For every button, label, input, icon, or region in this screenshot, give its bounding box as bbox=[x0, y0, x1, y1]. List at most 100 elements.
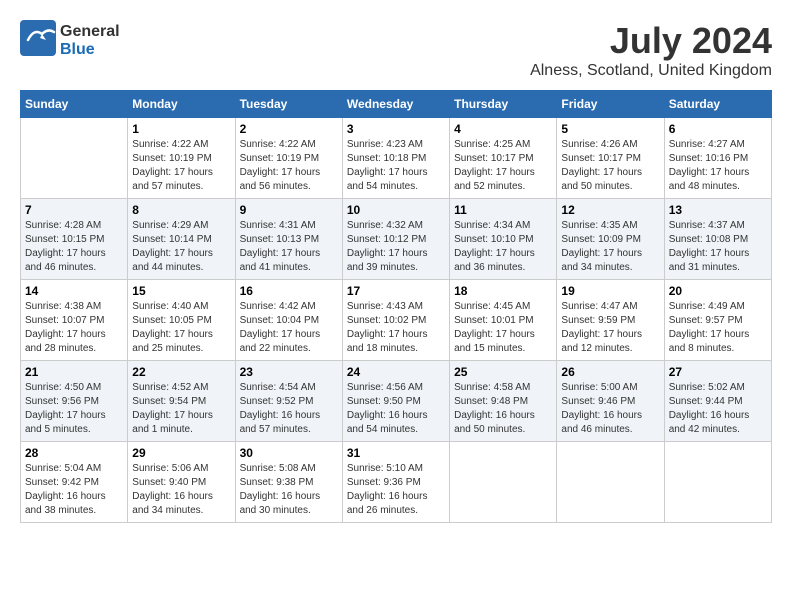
calendar-cell: 16 Sunrise: 4:42 AM Sunset: 10:04 PM Dayl… bbox=[235, 280, 342, 361]
day-number: 26 bbox=[561, 365, 659, 379]
week-row-1: 1 Sunrise: 4:22 AM Sunset: 10:19 PM Dayli… bbox=[21, 118, 772, 199]
calendar-cell: 24Sunrise: 4:56 AM Sunset: 9:50 PM Dayli… bbox=[342, 361, 449, 442]
calendar-cell: 15 Sunrise: 4:40 AM Sunset: 10:05 PM Dayl… bbox=[128, 280, 235, 361]
calendar-cell bbox=[21, 118, 128, 199]
header-day-monday: Monday bbox=[128, 91, 235, 118]
day-info: Sunrise: 4:37 AM Sunset: 10:08 PM Daylig… bbox=[669, 219, 767, 275]
calendar-cell: 10Sunrise: 4:32 AM Sunset: 10:12 PM Dayl… bbox=[342, 199, 449, 280]
day-number: 28 bbox=[25, 446, 123, 460]
calendar-cell: 9 Sunrise: 4:31 AM Sunset: 10:13 PM Dayli… bbox=[235, 199, 342, 280]
week-row-5: 28 Sunrise: 5:04 AM Sunset: 9:42 PM Dayli… bbox=[21, 442, 772, 523]
day-info: Sunrise: 4:40 AM Sunset: 10:05 PM Daylig… bbox=[132, 300, 230, 356]
calendar-cell: 27Sunrise: 5:02 AM Sunset: 9:44 PM Dayli… bbox=[664, 361, 771, 442]
calendar-cell: 31Sunrise: 5:10 AM Sunset: 9:36 PM Dayli… bbox=[342, 442, 449, 523]
calendar-cell bbox=[664, 442, 771, 523]
calendar-cell: 23Sunrise: 4:54 AM Sunset: 9:52 PM Dayli… bbox=[235, 361, 342, 442]
day-number: 10 bbox=[347, 203, 445, 217]
week-row-2: 7Sunrise: 4:28 AM Sunset: 10:15 PM Dayli… bbox=[21, 199, 772, 280]
day-info: Sunrise: 4:52 AM Sunset: 9:54 PM Dayligh… bbox=[132, 381, 230, 437]
calendar-cell: 26Sunrise: 5:00 AM Sunset: 9:46 PM Dayli… bbox=[557, 361, 664, 442]
day-info: Sunrise: 4:35 AM Sunset: 10:09 PM Daylig… bbox=[561, 219, 659, 275]
calendar-cell: 13Sunrise: 4:37 AM Sunset: 10:08 PM Dayl… bbox=[664, 199, 771, 280]
day-info: Sunrise: 4:29 AM Sunset: 10:14 PM Daylig… bbox=[132, 219, 230, 275]
day-number: 2 bbox=[240, 122, 338, 136]
day-number: 6 bbox=[669, 122, 767, 136]
logo: General Blue bbox=[20, 20, 120, 61]
day-number: 8 bbox=[132, 203, 230, 217]
day-number: 20 bbox=[669, 284, 767, 298]
calendar-cell: 28 Sunrise: 5:04 AM Sunset: 9:42 PM Dayli… bbox=[21, 442, 128, 523]
day-info: Sunrise: 5:06 AM Sunset: 9:40 PM Dayligh… bbox=[132, 462, 230, 518]
day-number: 31 bbox=[347, 446, 445, 460]
day-number: 25 bbox=[454, 365, 552, 379]
day-number: 14 bbox=[25, 284, 123, 298]
day-number: 12 bbox=[561, 203, 659, 217]
day-number: 29 bbox=[132, 446, 230, 460]
calendar-cell: 19 Sunrise: 4:47 AM Sunset: 9:59 PM Dayli… bbox=[557, 280, 664, 361]
day-number: 22 bbox=[132, 365, 230, 379]
day-info: Sunrise: 4:47 AM Sunset: 9:59 PM Dayligh… bbox=[561, 300, 659, 356]
logo-text: General Blue bbox=[60, 23, 120, 58]
header-day-friday: Friday bbox=[557, 91, 664, 118]
month-title: July 2024 bbox=[530, 20, 772, 62]
day-info: Sunrise: 5:04 AM Sunset: 9:42 PM Dayligh… bbox=[25, 462, 123, 518]
day-info: Sunrise: 4:54 AM Sunset: 9:52 PM Dayligh… bbox=[240, 381, 338, 437]
day-number: 4 bbox=[454, 122, 552, 136]
header-day-tuesday: Tuesday bbox=[235, 91, 342, 118]
calendar-cell: 30 Sunrise: 5:08 AM Sunset: 9:38 PM Dayli… bbox=[235, 442, 342, 523]
day-number: 15 bbox=[132, 284, 230, 298]
day-number: 21 bbox=[25, 365, 123, 379]
day-number: 1 bbox=[132, 122, 230, 136]
header: General Blue July 2024 Alness, Scotland,… bbox=[20, 20, 772, 80]
day-info: Sunrise: 5:08 AM Sunset: 9:38 PM Dayligh… bbox=[240, 462, 338, 518]
calendar-cell: 1Sunrise: 4:22 AM Sunset: 10:19 PM Dayli… bbox=[128, 118, 235, 199]
calendar-cell: 17 Sunrise: 4:43 AM Sunset: 10:02 PM Dayl… bbox=[342, 280, 449, 361]
day-number: 7 bbox=[25, 203, 123, 217]
calendar-cell: 14 Sunrise: 4:38 AM Sunset: 10:07 PM Dayl… bbox=[21, 280, 128, 361]
day-number: 16 bbox=[240, 284, 338, 298]
day-info: Sunrise: 4:56 AM Sunset: 9:50 PM Dayligh… bbox=[347, 381, 445, 437]
calendar-cell bbox=[450, 442, 557, 523]
calendar-cell: 7Sunrise: 4:28 AM Sunset: 10:15 PM Dayli… bbox=[21, 199, 128, 280]
logo-general-text: General bbox=[60, 23, 120, 41]
day-number: 30 bbox=[240, 446, 338, 460]
calendar-body: 1 Sunrise: 4:22 AM Sunset: 10:19 PM Dayli… bbox=[21, 118, 772, 523]
calendar-cell: 11Sunrise: 4:34 AM Sunset: 10:10 PM Dayl… bbox=[450, 199, 557, 280]
day-number: 3 bbox=[347, 122, 445, 136]
day-info: Sunrise: 4:26 AM Sunset: 10:17 PM Daylig… bbox=[561, 138, 659, 194]
day-number: 9 bbox=[240, 203, 338, 217]
header-day-wednesday: Wednesday bbox=[342, 91, 449, 118]
header-day-thursday: Thursday bbox=[450, 91, 557, 118]
calendar-cell: 12 Sunrise: 4:35 AM Sunset: 10:09 PM Dayl… bbox=[557, 199, 664, 280]
calendar-cell bbox=[557, 442, 664, 523]
calendar-header: SundayMondayTuesdayWednesdayThursdayFrid… bbox=[21, 91, 772, 118]
header-day-sunday: Sunday bbox=[21, 91, 128, 118]
calendar-cell: 18 Sunrise: 4:45 AM Sunset: 10:01 PM Dayl… bbox=[450, 280, 557, 361]
day-number: 19 bbox=[561, 284, 659, 298]
calendar-cell: 22 Sunrise: 4:52 AM Sunset: 9:54 PM Dayli… bbox=[128, 361, 235, 442]
day-info: Sunrise: 4:27 AM Sunset: 10:16 PM Daylig… bbox=[669, 138, 767, 194]
day-number: 18 bbox=[454, 284, 552, 298]
header-day-saturday: Saturday bbox=[664, 91, 771, 118]
calendar-cell: 6 Sunrise: 4:27 AM Sunset: 10:16 PM Dayli… bbox=[664, 118, 771, 199]
day-info: Sunrise: 4:50 AM Sunset: 9:56 PM Dayligh… bbox=[25, 381, 123, 437]
calendar-cell: 29 Sunrise: 5:06 AM Sunset: 9:40 PM Dayli… bbox=[128, 442, 235, 523]
day-info: Sunrise: 4:43 AM Sunset: 10:02 PM Daylig… bbox=[347, 300, 445, 356]
day-info: Sunrise: 4:22 AM Sunset: 10:19 PM Daylig… bbox=[240, 138, 338, 194]
day-number: 17 bbox=[347, 284, 445, 298]
day-info: Sunrise: 4:45 AM Sunset: 10:01 PM Daylig… bbox=[454, 300, 552, 356]
location-title: Alness, Scotland, United Kingdom bbox=[530, 62, 772, 80]
logo-blue-text: Blue bbox=[60, 41, 120, 59]
day-info: Sunrise: 4:34 AM Sunset: 10:10 PM Daylig… bbox=[454, 219, 552, 275]
day-info: Sunrise: 4:58 AM Sunset: 9:48 PM Dayligh… bbox=[454, 381, 552, 437]
calendar-cell: 4 Sunrise: 4:25 AM Sunset: 10:17 PM Dayli… bbox=[450, 118, 557, 199]
day-info: Sunrise: 4:31 AM Sunset: 10:13 PM Daylig… bbox=[240, 219, 338, 275]
title-area: July 2024 Alness, Scotland, United Kingd… bbox=[530, 20, 772, 80]
day-number: 27 bbox=[669, 365, 767, 379]
day-info: Sunrise: 4:42 AM Sunset: 10:04 PM Daylig… bbox=[240, 300, 338, 356]
calendar-cell: 8 Sunrise: 4:29 AM Sunset: 10:14 PM Dayli… bbox=[128, 199, 235, 280]
day-info: Sunrise: 4:38 AM Sunset: 10:07 PM Daylig… bbox=[25, 300, 123, 356]
calendar-cell: 2 Sunrise: 4:22 AM Sunset: 10:19 PM Dayli… bbox=[235, 118, 342, 199]
calendar-cell: 5Sunrise: 4:26 AM Sunset: 10:17 PM Dayli… bbox=[557, 118, 664, 199]
day-info: Sunrise: 4:25 AM Sunset: 10:17 PM Daylig… bbox=[454, 138, 552, 194]
